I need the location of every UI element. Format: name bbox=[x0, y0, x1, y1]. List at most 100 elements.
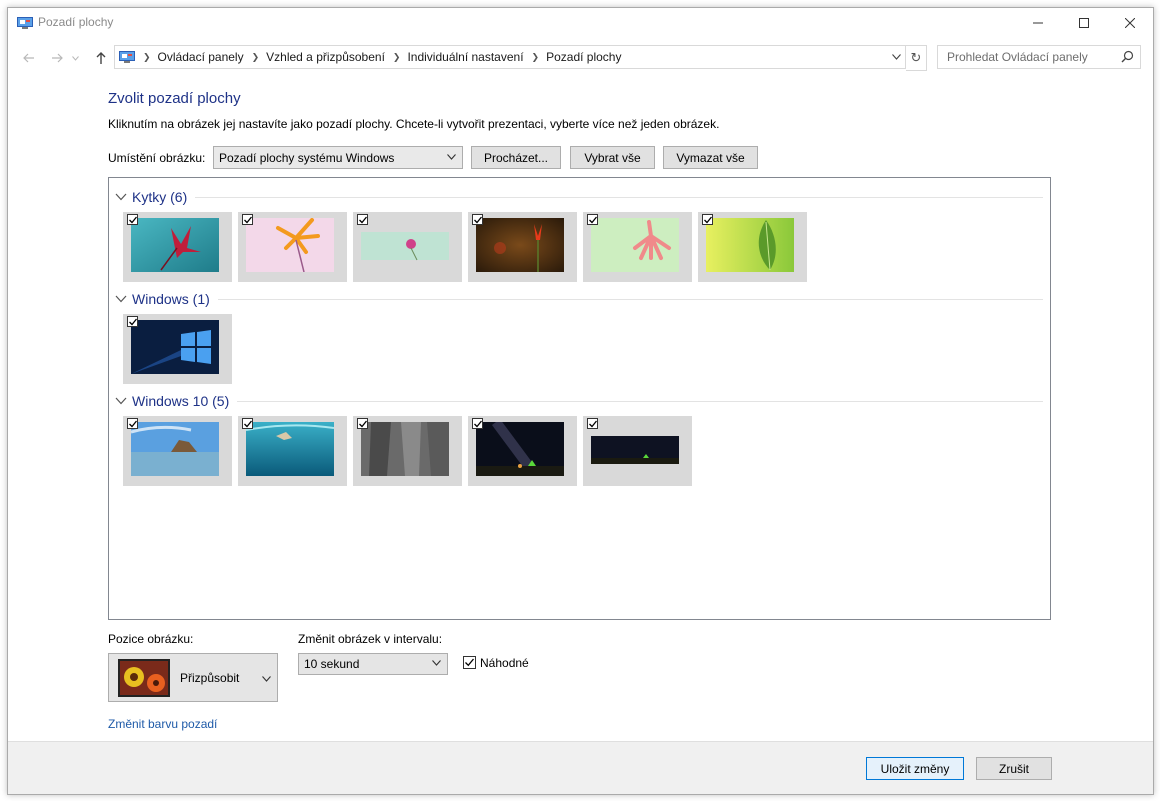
group-divider bbox=[217, 298, 1043, 300]
wallpaper-thumbnail-underwater[interactable] bbox=[238, 416, 347, 486]
wallpaper-checkbox[interactable] bbox=[127, 316, 138, 327]
wallpaper-image bbox=[591, 422, 679, 476]
wallpaper-thumbnail-flower-4[interactable] bbox=[468, 212, 577, 282]
shuffle-checkbox[interactable] bbox=[463, 656, 476, 669]
control-panel-icon bbox=[119, 51, 135, 63]
group-header-windows[interactable]: Windows (1) bbox=[115, 290, 1043, 308]
chevron-down-icon bbox=[262, 676, 271, 682]
interval-label: Změnit obrázek v intervalu: bbox=[298, 632, 443, 646]
checkmark-icon bbox=[244, 216, 253, 224]
wallpaper-thumbnail-flower-3[interactable] bbox=[353, 212, 462, 282]
wallpaper-thumbnail-beach[interactable] bbox=[123, 416, 232, 486]
wallpaper-image bbox=[361, 422, 449, 476]
picture-location-value: Pozadí plochy systému Windows bbox=[219, 150, 395, 165]
wallpaper-checkbox[interactable] bbox=[242, 214, 253, 225]
wallpaper-checkbox[interactable] bbox=[472, 418, 483, 429]
back-arrow-icon bbox=[23, 53, 34, 63]
interval-select[interactable]: 10 sekund bbox=[298, 653, 448, 675]
back-button[interactable] bbox=[19, 48, 39, 68]
change-background-color-link[interactable]: Změnit barvu pozadí bbox=[108, 717, 217, 731]
footer-bar: Uložit změny Zrušit bbox=[8, 741, 1153, 794]
wallpaper-checkbox[interactable] bbox=[357, 418, 368, 429]
wallpaper-thumbnail-rock[interactable] bbox=[353, 416, 462, 486]
chevron-down-icon bbox=[71, 55, 79, 61]
search-icon bbox=[1121, 50, 1134, 63]
wallpaper-image bbox=[476, 218, 564, 272]
group-title: Windows (1) bbox=[132, 291, 210, 307]
wallpaper-thumbnail-flower-1[interactable] bbox=[123, 212, 232, 282]
wallpaper-thumbnail-flower-5[interactable] bbox=[583, 212, 692, 282]
address-history-dropdown[interactable] bbox=[887, 46, 905, 68]
group-header-windows-10[interactable]: Windows 10 (5) bbox=[115, 392, 1043, 410]
close-icon bbox=[1125, 18, 1135, 28]
minimize-icon bbox=[1033, 22, 1043, 24]
picture-position-value: Přizpůsobit bbox=[180, 671, 240, 685]
group-title: Windows 10 (5) bbox=[132, 393, 230, 409]
wallpaper-checkbox[interactable] bbox=[357, 214, 368, 225]
search-box[interactable] bbox=[937, 45, 1141, 69]
wallpaper-checkbox[interactable] bbox=[587, 418, 598, 429]
browse-button[interactable]: Procházet... bbox=[471, 146, 561, 169]
wallpaper-checkbox[interactable] bbox=[472, 214, 483, 225]
wallpaper-thumbnail-flower-6[interactable] bbox=[698, 212, 807, 282]
position-preview-image bbox=[118, 659, 170, 697]
checkmark-icon bbox=[129, 318, 138, 326]
wallpaper-thumbnail-flower-2[interactable] bbox=[238, 212, 347, 282]
close-button[interactable] bbox=[1107, 8, 1153, 38]
up-button[interactable] bbox=[91, 48, 111, 68]
chevron-down-icon bbox=[115, 193, 127, 201]
wallpaper-checkbox[interactable] bbox=[127, 418, 138, 429]
wallpaper-checkbox[interactable] bbox=[127, 214, 138, 225]
wallpaper-thumbnail-windows-logo[interactable] bbox=[123, 314, 232, 384]
checkmark-icon bbox=[704, 216, 713, 224]
wallpaper-image bbox=[476, 422, 564, 476]
shuffle-label[interactable]: Náhodné bbox=[480, 656, 529, 670]
checkmark-icon bbox=[129, 420, 138, 428]
picture-location-select[interactable]: Pozadí plochy systému Windows bbox=[213, 146, 463, 169]
picture-position-label: Pozice obrázku: bbox=[108, 632, 194, 646]
picture-gallery[interactable]: Kytky (6) Windows (1) Windows 10 (5) bbox=[108, 177, 1051, 620]
checkmark-icon bbox=[474, 216, 483, 224]
breadcrumb-desktop-background[interactable]: Pozadí plochy bbox=[546, 50, 621, 64]
search-input[interactable] bbox=[945, 49, 1119, 65]
chevron-right-icon[interactable]: ❯ bbox=[393, 52, 401, 63]
wallpaper-image bbox=[246, 218, 334, 272]
wallpaper-image bbox=[591, 218, 679, 272]
page-description: Kliknutím na obrázek jej nastavíte jako … bbox=[108, 117, 720, 131]
breadcrumb-appearance[interactable]: Vzhled a přizpůsobení bbox=[266, 50, 385, 64]
up-arrow-icon bbox=[96, 52, 106, 64]
checkmark-icon bbox=[589, 216, 598, 224]
wallpaper-image bbox=[131, 422, 219, 476]
wallpaper-checkbox[interactable] bbox=[242, 418, 253, 429]
wallpaper-thumbnail-milky-way-tent[interactable] bbox=[468, 416, 577, 486]
clear-all-button[interactable]: Vymazat vše bbox=[663, 146, 758, 169]
recent-locations-button[interactable] bbox=[69, 48, 81, 68]
wallpaper-image bbox=[706, 218, 794, 272]
forward-arrow-icon bbox=[52, 53, 63, 63]
wallpaper-checkbox[interactable] bbox=[702, 214, 713, 225]
chevron-down-icon bbox=[891, 54, 901, 60]
forward-button[interactable] bbox=[47, 48, 67, 68]
chevron-down-icon bbox=[447, 153, 456, 160]
wallpaper-image bbox=[246, 422, 334, 476]
breadcrumb-personalization[interactable]: Individuální nastavení bbox=[407, 50, 523, 64]
chevron-right-icon[interactable]: ❯ bbox=[532, 52, 540, 63]
refresh-button[interactable]: ↻ bbox=[906, 45, 927, 71]
select-all-button[interactable]: Vybrat vše bbox=[570, 146, 655, 169]
breadcrumb-control-panel[interactable]: Ovládací panely bbox=[158, 50, 244, 64]
wallpaper-thumbnail-night-sky-wide[interactable] bbox=[583, 416, 692, 486]
maximize-button[interactable] bbox=[1061, 8, 1107, 38]
group-title: Kytky (6) bbox=[132, 189, 188, 205]
wallpaper-checkbox[interactable] bbox=[587, 214, 598, 225]
minimize-button[interactable] bbox=[1015, 8, 1061, 38]
title-bar: Pozadí plochy bbox=[8, 8, 1153, 38]
cancel-button[interactable]: Zrušit bbox=[976, 757, 1052, 780]
address-bar[interactable]: ❯ Ovládací panely ❯ Vzhled a přizpůsoben… bbox=[114, 45, 906, 69]
picture-position-select[interactable]: Přizpůsobit bbox=[108, 653, 278, 702]
group-header-kytky[interactable]: Kytky (6) bbox=[115, 188, 1043, 206]
chevron-right-icon: ❯ bbox=[143, 51, 151, 62]
save-changes-button[interactable]: Uložit změny bbox=[866, 757, 964, 780]
checkmark-icon bbox=[359, 420, 368, 428]
chevron-right-icon[interactable]: ❯ bbox=[252, 52, 260, 63]
checkmark-icon bbox=[474, 420, 483, 428]
